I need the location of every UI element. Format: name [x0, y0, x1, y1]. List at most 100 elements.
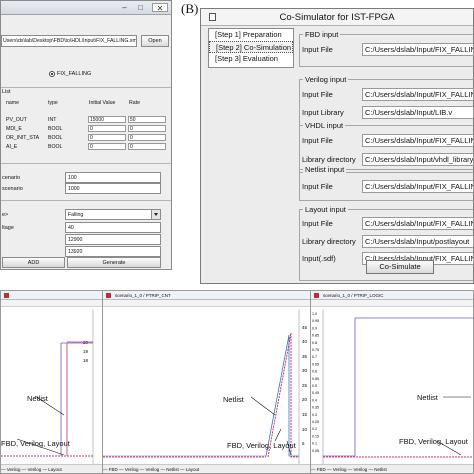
- y-tick-labels: 45 40 35 30 25 20 15 10 5: [302, 325, 308, 446]
- scenario-length-input[interactable]: 1000: [65, 183, 161, 194]
- fbd-scenario-window: – □ ✕ Users\ds\lab\Desktop\FBD\to\HDL\In…: [0, 0, 172, 270]
- fix-falling-radio[interactable]: FIX_FALLING: [49, 71, 91, 77]
- row-name: PV_OUT: [6, 117, 27, 123]
- scenario-count-label: cenario: [2, 175, 21, 181]
- radio-label: FIX_FALLING: [57, 71, 92, 77]
- y-tick-label: 15: [302, 412, 308, 417]
- scenario-count-input[interactable]: 100: [65, 172, 161, 183]
- plot-legend: — FBD — Verilog — Verilog — Netlist — La…: [103, 464, 315, 473]
- waveform-window-2: scenario_1_0 / PTRIP_CNT 45 40 35 30 25 …: [102, 290, 316, 474]
- row-type: INT: [48, 117, 57, 123]
- step-preparation[interactable]: [Step 1] Preparation: [209, 29, 293, 41]
- step-co-simulation[interactable]: [Step 2] Co-Simulation: [209, 41, 293, 53]
- field-label: Library directory: [302, 155, 356, 164]
- generate-button[interactable]: Generate: [67, 257, 161, 268]
- row-type: BOOL: [48, 135, 63, 141]
- initial-value-input[interactable]: 15000: [88, 116, 126, 123]
- open-button[interactable]: Open: [141, 35, 169, 47]
- vhdl-input-file-field[interactable]: C:/Users/dslab/Input/FIX_FALLIN: [362, 134, 474, 147]
- step-list: [Step 1] Preparation [Step 2] Co-Simulat…: [208, 28, 294, 68]
- divider: [1, 163, 171, 164]
- verilog-library-field[interactable]: C:/Users/dslab/Input/LIB.v: [362, 106, 474, 119]
- y-tick-label: 0.9: [312, 326, 317, 330]
- plot-legend: — FBD — Verilog — Verilog — Netlist: [311, 464, 473, 473]
- group-title: Verilog input: [303, 75, 349, 84]
- y-tick-label: 0.75: [312, 348, 319, 352]
- co-simulate-button[interactable]: Co-Simulate: [366, 260, 434, 274]
- y-tick-label: 0.8: [312, 341, 317, 345]
- y-tick-label: 1.0: [312, 312, 317, 316]
- divider: [1, 200, 171, 201]
- file-path-input[interactable]: Users\ds\lab\Desktop\FBD\to\HDL\Input\FI…: [1, 35, 137, 47]
- y-tick-label: 0.25: [312, 420, 319, 424]
- voltage-label: ltage: [2, 225, 14, 231]
- netlist-annotation: Netlist: [417, 393, 438, 402]
- y-tick-label: 0.85: [312, 334, 319, 338]
- netlist-input-group: Netlist input Input File C:/Users/dslab/…: [299, 165, 474, 201]
- y-tick-label: 0.2: [312, 427, 317, 431]
- step-evaluation[interactable]: [Step 3] Evaluation: [209, 53, 293, 65]
- fbd-verilog-layout-annotation: FBD, Verilog, Layout: [1, 439, 70, 448]
- lower-bound-input[interactable]: 12900: [65, 234, 161, 245]
- field-label: Input File: [302, 182, 333, 191]
- vhdl-library-dir-field[interactable]: C:/Users/dslab/Input/vhdl_library: [362, 153, 474, 166]
- window-title: Co-Simulator for IST-FPGA: [279, 12, 395, 23]
- waveform-window-3: scenario_1_0 / PTRIP_LOGIC 1.0 0.95 0.9 …: [310, 290, 474, 474]
- y-tick-label: 19: [83, 349, 89, 354]
- y-tick-label: 5: [302, 441, 305, 446]
- maximize-icon[interactable]: □: [134, 3, 147, 12]
- y-tick-label: 0.4: [312, 398, 317, 402]
- minimize-icon[interactable]: –: [118, 3, 131, 12]
- y-tick-label: 20: [302, 397, 308, 402]
- rate-input[interactable]: 0: [128, 134, 166, 141]
- row-name: AI_E: [6, 144, 18, 150]
- rate-input[interactable]: 0: [128, 143, 166, 150]
- netlist-annotation: Netlist: [27, 394, 48, 403]
- field-label: Input File: [302, 45, 333, 54]
- initial-value-input[interactable]: 0: [88, 143, 126, 150]
- verilog-input-file-field[interactable]: C:/Users/dslab/Input/FIX_FALLIN: [362, 88, 474, 101]
- y-tick-labels: 1.0 0.95 0.9 0.85 0.8 0.75 0.7 0.65 0.6 …: [312, 312, 319, 453]
- waveform-plot-3: 1.0 0.95 0.9 0.85 0.8 0.75 0.7 0.65 0.6 …: [312, 309, 473, 465]
- fbd-input-file-field[interactable]: C:/Users/dslab/Input/FIX_FALLING: [362, 43, 474, 56]
- y-tick-label: 0.95: [312, 319, 319, 323]
- header-initial: Initial Value: [89, 100, 116, 106]
- panel-label-b: (B): [181, 1, 199, 16]
- y-tick-label: 30: [302, 368, 308, 373]
- add-button[interactable]: ADD: [2, 257, 65, 268]
- y-tick-label: 0.65: [312, 362, 319, 366]
- y-tick-label: 0.45: [312, 391, 319, 395]
- window-titlebar: – □ ✕: [1, 1, 171, 15]
- header-name: name: [6, 100, 19, 106]
- annotation-arrow: [250, 396, 276, 416]
- divider: [1, 87, 171, 88]
- group-title: VHDL input: [303, 121, 346, 130]
- y-tick-label: 25: [302, 383, 308, 388]
- y-tick-label: 0.3: [312, 413, 317, 417]
- fbd-verilog-layout-annotation: FBD, Verilog, Layout: [399, 437, 468, 446]
- row-type: BOOL: [48, 144, 63, 150]
- fbd-trace: [323, 317, 473, 457]
- y-tick-label: 0.55: [312, 377, 319, 381]
- layout-library-dir-field[interactable]: C:/Users/dslab/Input/postlayout: [362, 235, 474, 248]
- initial-value-input[interactable]: 0: [88, 134, 126, 141]
- window-titlebar: Co-Simulator for IST-FPGA: [201, 9, 473, 26]
- close-icon[interactable]: ✕: [152, 3, 168, 13]
- rate-input[interactable]: 50: [128, 116, 166, 123]
- netlist-trace: [267, 332, 299, 458]
- fbd-verilog-layout-annotation: FBD, Verilog, Layout: [227, 441, 296, 450]
- field-label: Input File: [302, 136, 333, 145]
- upper-bound-input[interactable]: 13920: [65, 246, 161, 257]
- row-name: OR_INIT_STA: [6, 135, 40, 141]
- verilog-input-group: Verilog input Input File C:/Users/dslab/…: [299, 75, 474, 126]
- voltage-input[interactable]: 40: [65, 222, 161, 233]
- netlist-input-file-field[interactable]: C:/Users/dslab/Input/FIX_FALLIN: [362, 180, 474, 193]
- initial-value-input[interactable]: 0: [88, 125, 126, 132]
- mode-select[interactable]: Falling: [65, 209, 161, 220]
- y-tick-label: 0.1: [312, 442, 317, 446]
- chevron-down-icon[interactable]: [151, 210, 160, 219]
- path-row: Users\ds\lab\Desktop\FBD\to\HDL\Input\FI…: [1, 35, 171, 49]
- verilog-trace: [265, 334, 299, 457]
- layout-input-file-field[interactable]: C:/Users/dslab/Input/FIX_FALLIN: [362, 217, 474, 230]
- rate-input[interactable]: 0: [128, 125, 166, 132]
